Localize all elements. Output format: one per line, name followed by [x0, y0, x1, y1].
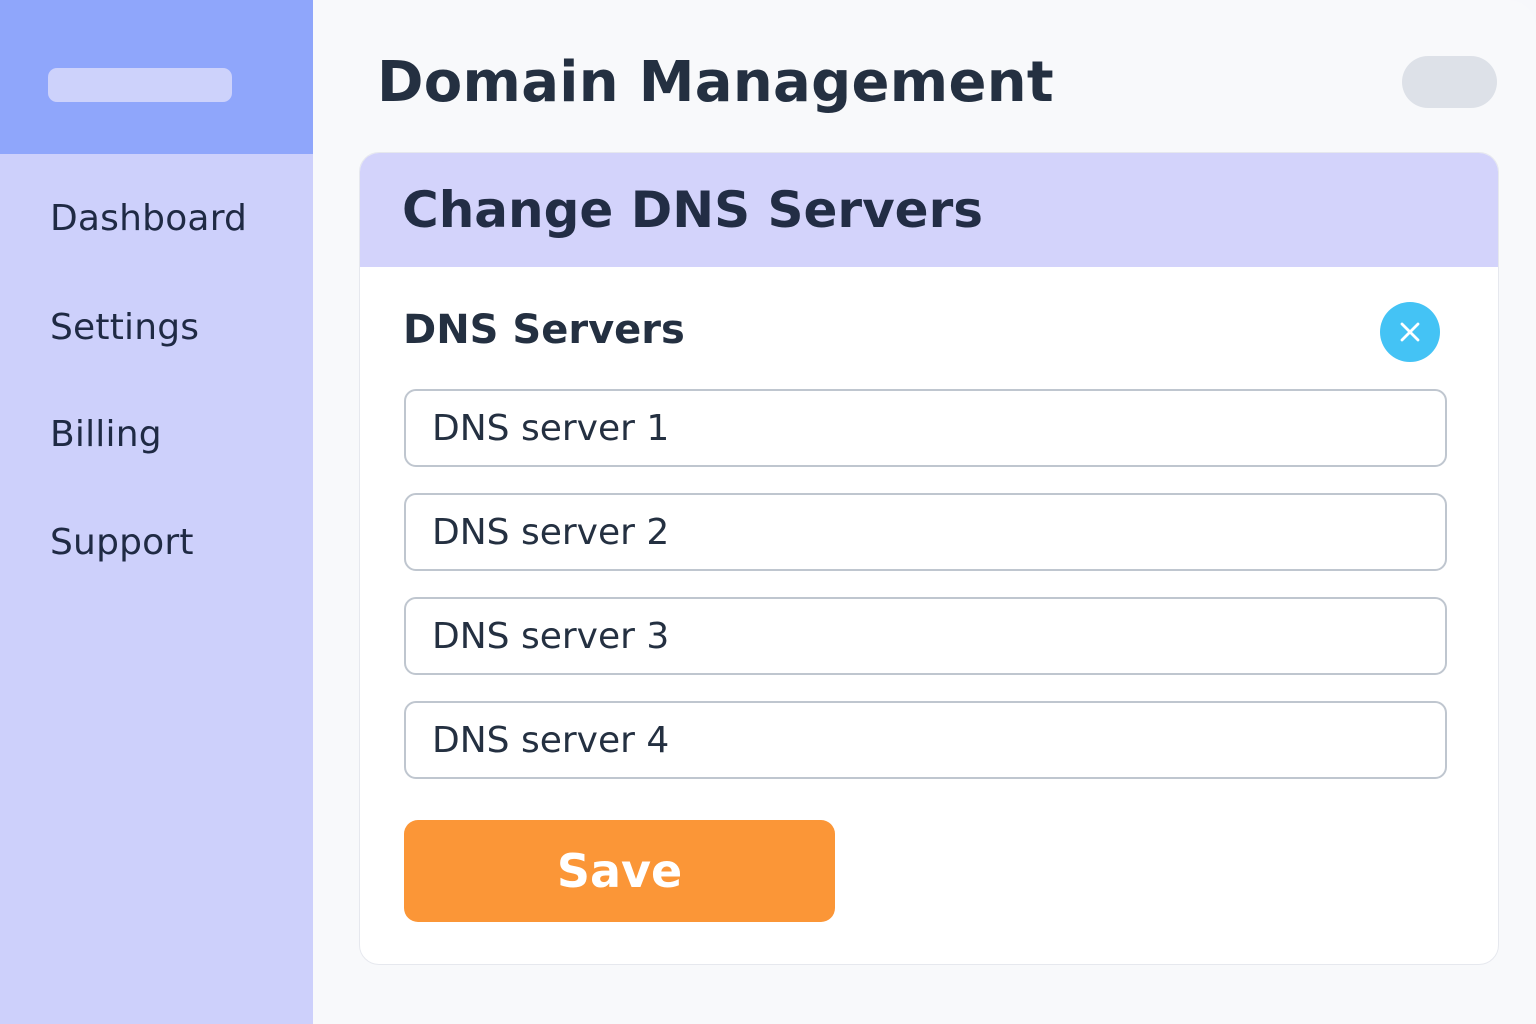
- dns-server-3-input[interactable]: [404, 597, 1447, 675]
- sidebar-item-support[interactable]: Support: [50, 522, 194, 563]
- page-title: Domain Management: [377, 50, 1054, 115]
- sidebar-header: [0, 0, 313, 154]
- dns-server-1-input[interactable]: [404, 389, 1447, 467]
- dns-server-4-input[interactable]: [404, 701, 1447, 779]
- profile-pill-button[interactable]: [1402, 56, 1497, 108]
- sidebar-item-dashboard[interactable]: Dashboard: [50, 198, 247, 239]
- dns-server-2-input[interactable]: [404, 493, 1447, 571]
- app-window: Dashboard Settings Billing Support Domai…: [0, 0, 1536, 1024]
- close-icon: [1400, 322, 1420, 342]
- card-header: Change DNS Servers: [360, 153, 1498, 267]
- logo-placeholder: [48, 68, 232, 102]
- card-title: Change DNS Servers: [402, 181, 984, 239]
- sidebar-item-settings[interactable]: Settings: [50, 307, 199, 348]
- sidebar: Dashboard Settings Billing Support: [0, 0, 313, 1024]
- save-button[interactable]: Save: [404, 820, 835, 922]
- close-button[interactable]: [1380, 302, 1440, 362]
- dns-settings-card: Change DNS Servers DNS Servers Save: [359, 152, 1499, 965]
- sidebar-item-billing[interactable]: Billing: [50, 414, 162, 455]
- section-title: DNS Servers: [403, 307, 685, 353]
